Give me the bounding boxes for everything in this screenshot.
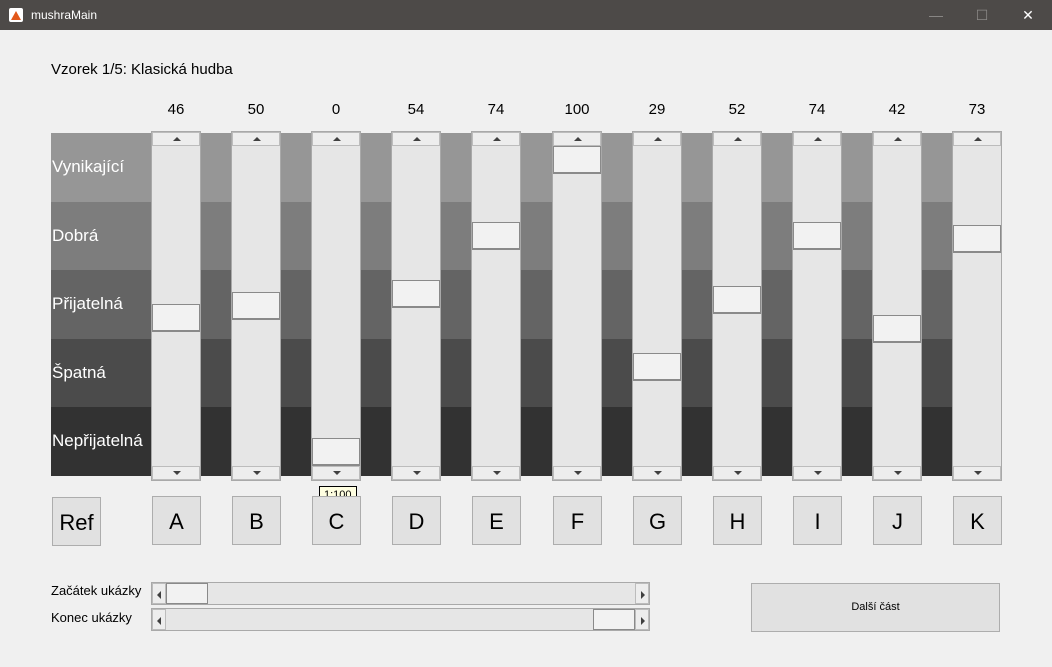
- close-icon[interactable]: ✕: [1005, 0, 1051, 30]
- rating-slider-j[interactable]: [872, 131, 922, 481]
- slider-value: 50: [247, 101, 265, 118]
- play-button-f[interactable]: F: [553, 496, 602, 545]
- scroll-right-icon[interactable]: [635, 609, 649, 630]
- arrow-down-icon[interactable]: [713, 466, 761, 480]
- slider-thumb[interactable]: [553, 146, 601, 174]
- maximize-icon[interactable]: ☐: [959, 0, 1005, 30]
- slider-thumb[interactable]: [232, 292, 280, 320]
- play-button-d[interactable]: D: [392, 496, 441, 545]
- rating-slider-h[interactable]: [712, 131, 762, 481]
- slider-thumb[interactable]: [953, 225, 1001, 253]
- arrow-down-icon[interactable]: [873, 466, 921, 480]
- rating-slider-f[interactable]: [552, 131, 602, 481]
- sample-title: Vzorek 1/5: Klasická hudba: [51, 61, 233, 78]
- arrow-down-icon[interactable]: [953, 466, 1001, 480]
- arrow-up-icon[interactable]: [953, 132, 1001, 146]
- rating-slider-k[interactable]: [952, 131, 1002, 481]
- rating-slider-i[interactable]: [792, 131, 842, 481]
- arrow-up-icon[interactable]: [472, 132, 520, 146]
- start-slider[interactable]: [151, 582, 650, 605]
- rating-slider-c[interactable]: [311, 131, 361, 481]
- arrow-down-icon[interactable]: [472, 466, 520, 480]
- arrow-up-icon[interactable]: [713, 132, 761, 146]
- slider-thumb[interactable]: [713, 286, 761, 314]
- play-button-b[interactable]: B: [232, 496, 281, 545]
- arrow-down-icon[interactable]: [312, 466, 360, 480]
- arrow-up-icon[interactable]: [553, 132, 601, 146]
- minimize-icon[interactable]: —: [913, 0, 959, 30]
- arrow-up-icon[interactable]: [793, 132, 841, 146]
- arrow-down-icon[interactable]: [232, 466, 280, 480]
- play-button-c[interactable]: C: [312, 496, 361, 545]
- play-button-g[interactable]: G: [633, 496, 682, 545]
- start-label: Začátek ukázky: [51, 583, 142, 598]
- arrow-up-icon[interactable]: [392, 132, 440, 146]
- slider-thumb[interactable]: [793, 222, 841, 250]
- slider-value: 52: [728, 101, 746, 118]
- end-slider-thumb[interactable]: [593, 609, 635, 630]
- slider-value: 74: [808, 101, 826, 118]
- play-button-h[interactable]: H: [713, 496, 762, 545]
- end-label: Konec ukázky: [51, 610, 132, 625]
- play-button-a[interactable]: A: [152, 496, 201, 545]
- rating-slider-g[interactable]: [632, 131, 682, 481]
- arrow-up-icon[interactable]: [232, 132, 280, 146]
- slider-value: 74: [487, 101, 505, 118]
- slider-value: 0: [331, 101, 341, 118]
- rating-label: Špatná: [52, 362, 106, 382]
- slider-thumb[interactable]: [633, 353, 681, 381]
- arrow-up-icon[interactable]: [312, 132, 360, 146]
- slider-value: 73: [968, 101, 986, 118]
- slider-value: 54: [407, 101, 425, 118]
- rating-label: Vynikající: [52, 157, 125, 176]
- end-slider[interactable]: [151, 608, 650, 631]
- slider-value: 42: [888, 101, 906, 118]
- ref-button[interactable]: Ref: [52, 497, 101, 546]
- play-button-j[interactable]: J: [873, 496, 922, 545]
- scroll-left-icon[interactable]: [152, 609, 166, 630]
- window-title: mushraMain: [31, 8, 98, 22]
- play-button-i[interactable]: I: [793, 496, 842, 545]
- arrow-up-icon[interactable]: [152, 132, 200, 146]
- slider-value: 29: [648, 101, 666, 118]
- matlab-icon: [9, 8, 23, 22]
- slider-value: 100: [564, 101, 590, 118]
- rating-slider-e[interactable]: [471, 131, 521, 481]
- play-button-e[interactable]: E: [472, 496, 521, 545]
- start-slider-thumb[interactable]: [166, 583, 208, 604]
- rating-label: Nepřijatelná: [52, 431, 143, 451]
- rating-label: Dobrá: [52, 225, 99, 245]
- rating-slider-a[interactable]: [151, 131, 201, 481]
- slider-thumb[interactable]: [873, 315, 921, 343]
- play-button-k[interactable]: K: [953, 496, 1002, 545]
- arrow-up-icon[interactable]: [633, 132, 681, 146]
- next-part-button[interactable]: Další část: [751, 583, 1000, 632]
- scroll-right-icon[interactable]: [635, 583, 649, 604]
- slider-value: 46: [167, 101, 185, 118]
- arrow-down-icon[interactable]: [633, 466, 681, 480]
- rating-label: Přijatelná: [52, 294, 123, 314]
- arrow-down-icon[interactable]: [392, 466, 440, 480]
- title-bar: mushraMain — ☐ ✕: [0, 0, 1052, 30]
- slider-thumb[interactable]: [472, 222, 520, 250]
- rating-slider-d[interactable]: [391, 131, 441, 481]
- arrow-down-icon[interactable]: [793, 466, 841, 480]
- scroll-left-icon[interactable]: [152, 583, 166, 604]
- slider-thumb[interactable]: [312, 438, 360, 466]
- slider-thumb[interactable]: [392, 280, 440, 308]
- slider-thumb[interactable]: [152, 304, 200, 332]
- arrow-down-icon[interactable]: [553, 466, 601, 480]
- rating-slider-b[interactable]: [231, 131, 281, 481]
- arrow-down-icon[interactable]: [152, 466, 200, 480]
- arrow-up-icon[interactable]: [873, 132, 921, 146]
